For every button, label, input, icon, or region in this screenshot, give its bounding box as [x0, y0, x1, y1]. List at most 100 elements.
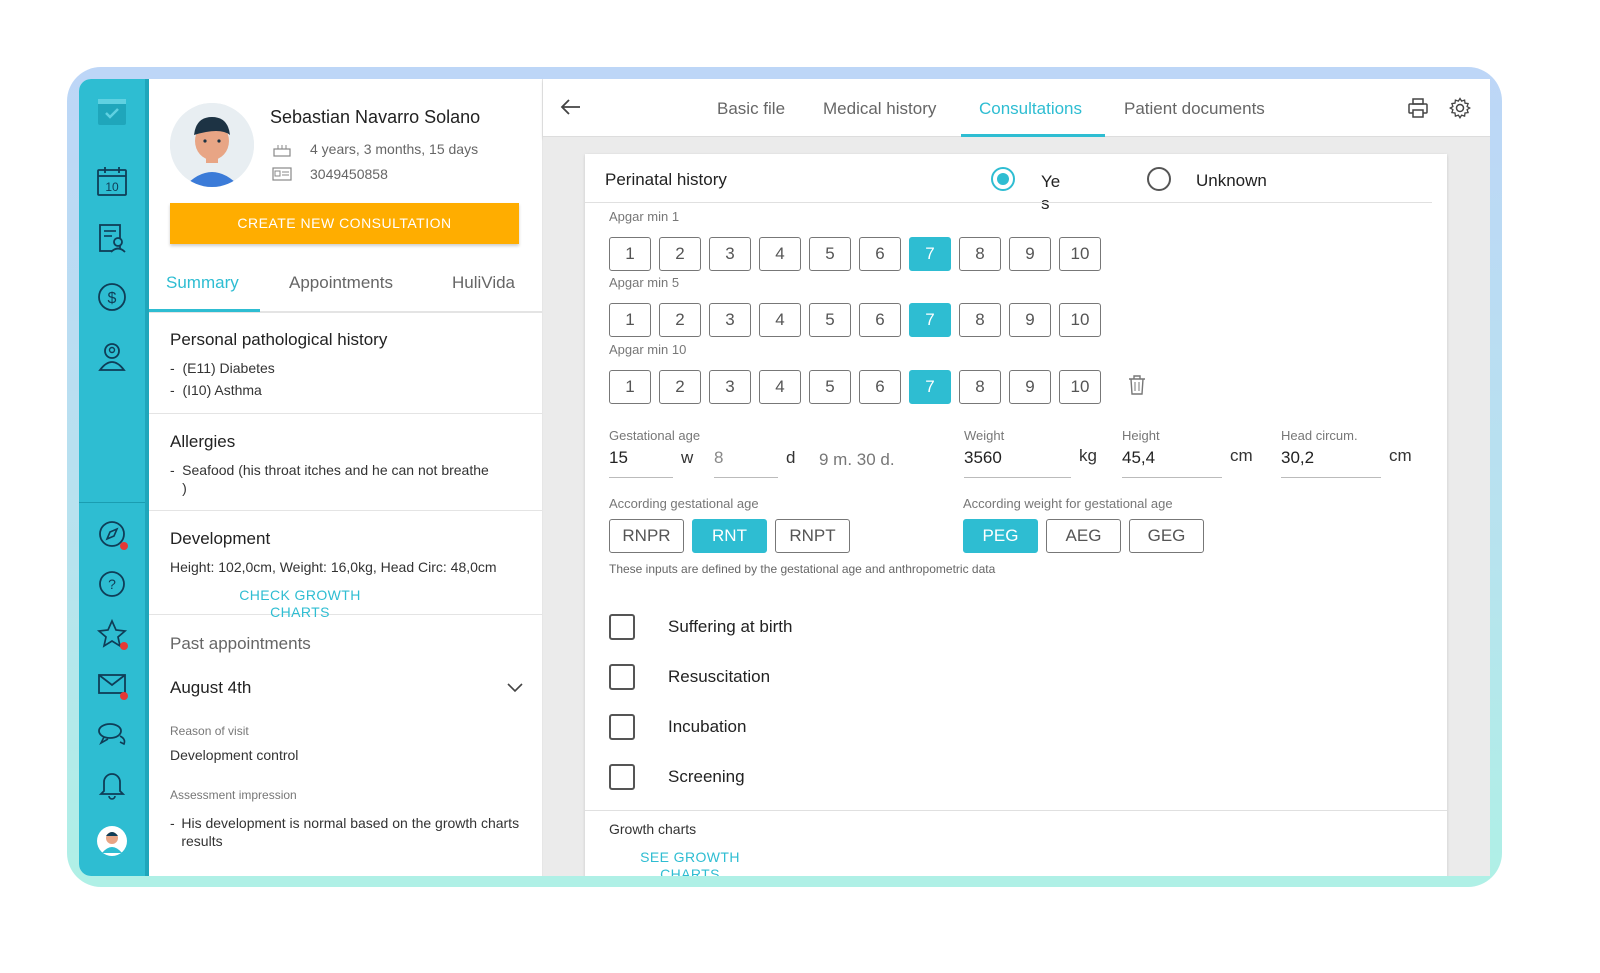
height-input[interactable]: 45,4	[1122, 448, 1222, 478]
apgar-option[interactable]: 7	[909, 303, 951, 337]
dollar-icon[interactable]: $	[94, 279, 130, 315]
tab-summary[interactable]: Summary	[166, 273, 239, 313]
apgar-option[interactable]: 3	[709, 370, 751, 404]
apgar-option[interactable]: 7	[909, 370, 951, 404]
user-avatar[interactable]	[94, 823, 130, 859]
incubation-checkbox[interactable]	[609, 714, 635, 740]
apgar-option[interactable]: 8	[959, 370, 1001, 404]
see-growth-charts-link[interactable]: SEE GROWTH CHARTS	[625, 849, 755, 876]
gear-icon[interactable]	[1449, 97, 1471, 119]
suffering-checkbox[interactable]	[609, 614, 635, 640]
print-icon[interactable]	[1407, 97, 1429, 119]
resuscitation-checkbox[interactable]	[609, 664, 635, 690]
apgar-option[interactable]: 9	[1009, 370, 1051, 404]
gestational-weeks-input[interactable]: 15	[609, 448, 673, 478]
apgar-option[interactable]: 1	[609, 370, 651, 404]
according-age-option[interactable]: RNPT	[775, 519, 850, 553]
yes-radio[interactable]	[991, 167, 1015, 191]
past-appointments-section: Past appointments August 4th Reason of v…	[149, 616, 542, 876]
apgar-option[interactable]: 4	[759, 370, 801, 404]
tab-patient-documents[interactable]: Patient documents	[1124, 99, 1265, 119]
compass-icon[interactable]	[94, 516, 130, 552]
according-age-option[interactable]: RNT	[692, 519, 767, 553]
tab-hulivida[interactable]: HuliVida	[452, 273, 515, 313]
days-unit: d	[786, 448, 796, 467]
weight-label: Weight	[964, 428, 1005, 443]
patient-file-icon[interactable]	[94, 220, 130, 256]
help-icon[interactable]: ?	[94, 566, 130, 602]
head-circ-input[interactable]: 30,2	[1281, 448, 1381, 478]
active-sub-tab-indicator	[149, 309, 260, 312]
apgar-option[interactable]: 8	[959, 237, 1001, 271]
according-weight-option[interactable]: AEG	[1046, 519, 1121, 553]
tab-medical-history[interactable]: Medical history	[823, 99, 936, 119]
calendar-icon[interactable]: 10	[94, 163, 130, 199]
star-icon[interactable]	[94, 616, 130, 652]
weight-input[interactable]: 3560	[964, 448, 1071, 478]
apgar-option[interactable]: 3	[709, 237, 751, 271]
allergies-section: Allergies - Seafood (his throat itches a…	[149, 414, 542, 511]
apgar-option[interactable]: 9	[1009, 237, 1051, 271]
tab-consultations[interactable]: Consultations	[979, 99, 1082, 119]
apgar-option[interactable]: 3	[709, 303, 751, 337]
apgar-label: Apgar min 5	[609, 275, 680, 290]
apgar-option[interactable]: 10	[1059, 303, 1101, 337]
chevron-down-icon[interactable]	[506, 682, 524, 694]
resuscitation-label: Resuscitation	[668, 667, 771, 686]
development-section: Development Height: 102,0cm, Weight: 16,…	[149, 511, 542, 620]
according-weight-option[interactable]: GEG	[1129, 519, 1204, 553]
patient-avatar	[170, 103, 254, 187]
apgar-option[interactable]: 10	[1059, 237, 1101, 271]
impression-label: Assessment impression	[170, 788, 297, 802]
pathological-section: Personal pathological history - (E11) Di…	[149, 313, 542, 414]
top-bar: Basic file Medical history Consultations…	[543, 79, 1490, 137]
apgar-option[interactable]: 6	[859, 370, 901, 404]
create-consultation-button[interactable]: CREATE NEW CONSULTATION	[170, 203, 519, 244]
apgar-scale: 1 2 3 4 5 6 7 8 9 10	[609, 303, 1101, 337]
check-icon[interactable]	[94, 93, 130, 129]
apgar-option[interactable]: 2	[659, 237, 701, 271]
apgar-option[interactable]: 6	[859, 237, 901, 271]
doctor-icon[interactable]	[94, 338, 130, 374]
growth-divider	[585, 810, 1447, 811]
apgar-option[interactable]: 9	[1009, 303, 1051, 337]
weight-unit: kg	[1079, 446, 1097, 465]
unknown-radio[interactable]	[1147, 167, 1171, 191]
trash-icon[interactable]	[1127, 374, 1147, 396]
height-unit: cm	[1230, 446, 1253, 465]
apgar-option[interactable]: 1	[609, 303, 651, 337]
apgar-option[interactable]: 6	[859, 303, 901, 337]
apgar-option[interactable]: 5	[809, 237, 851, 271]
apgar-option[interactable]: 4	[759, 303, 801, 337]
star-alert-dot	[120, 642, 128, 650]
card-divider	[585, 202, 1432, 203]
tab-appointments[interactable]: Appointments	[289, 273, 393, 313]
apgar-scale: 1 2 3 4 5 6 7 8 9 10	[609, 370, 1101, 404]
appointment-date[interactable]: August 4th	[170, 678, 251, 698]
apgar-option[interactable]: 8	[959, 303, 1001, 337]
according-age-label: According gestational age	[609, 496, 759, 511]
patient-id-number: 3049450858	[310, 166, 388, 182]
according-age-option[interactable]: RNPR	[609, 519, 684, 553]
app-window: 10 $ ? Sebastian Navarro Solano 4 years,…	[79, 79, 1490, 876]
apgar-option[interactable]: 4	[759, 237, 801, 271]
apgar-option[interactable]: 2	[659, 370, 701, 404]
svg-text:$: $	[108, 290, 117, 307]
apgar-option[interactable]: 5	[809, 303, 851, 337]
reason-value: Development control	[170, 747, 299, 763]
perinatal-card: Perinatal history Ye s Unknown Apgar min…	[585, 154, 1447, 876]
gestational-days-input[interactable]: 8	[714, 448, 778, 478]
impression-value: - His development is normal based on the…	[170, 815, 520, 849]
according-weight-option[interactable]: PEG	[963, 519, 1038, 553]
apgar-option[interactable]: 1	[609, 237, 651, 271]
back-arrow-icon[interactable]	[559, 95, 583, 119]
bell-icon[interactable]	[94, 766, 130, 802]
mail-icon[interactable]	[94, 666, 130, 702]
apgar-option[interactable]: 10	[1059, 370, 1101, 404]
tab-basic-file[interactable]: Basic file	[717, 99, 785, 119]
apgar-option[interactable]: 2	[659, 303, 701, 337]
apgar-option[interactable]: 5	[809, 370, 851, 404]
screening-checkbox[interactable]	[609, 764, 635, 790]
chat-icon[interactable]	[94, 716, 130, 752]
apgar-option[interactable]: 7	[909, 237, 951, 271]
